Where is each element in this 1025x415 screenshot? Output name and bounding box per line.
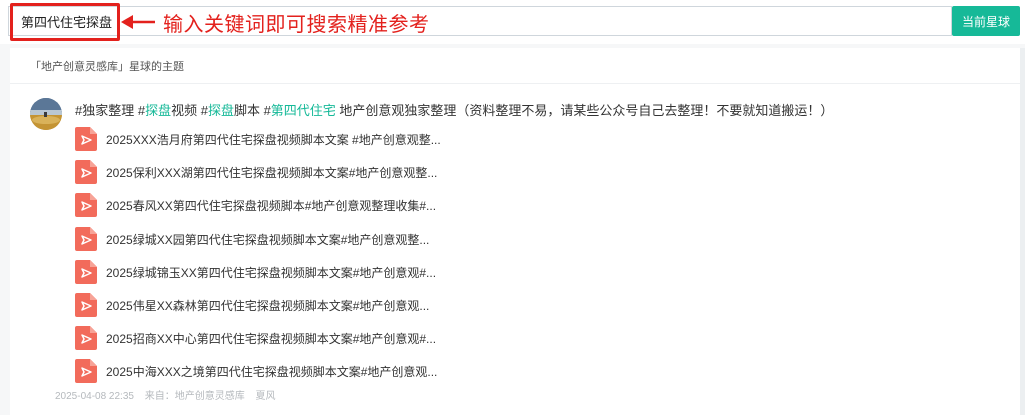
post-text: #独家整理 #探盘视频 #探盘脚本 #第四代住宅 地产创意观独家整理（资料整理不… (75, 100, 833, 119)
file-item[interactable]: 2025XXX浩月府第四代住宅探盘视频脚本文案 #地产创意观整... (75, 126, 505, 152)
pdf-file-icon (75, 359, 97, 383)
pdf-file-icon (75, 193, 97, 217)
annotation: 输入关键词即可搜索精准参考 (121, 6, 430, 38)
current-planet-button[interactable]: 当前星球 (952, 6, 1020, 36)
pdf-file-icon (75, 260, 97, 284)
panel-header: 「地产创意灵感库」星球的主题 (10, 48, 1025, 84)
file-item[interactable]: 2025中海XXX之境第四代住宅探盘视频脚本文案#地产创意观... (75, 358, 505, 384)
file-name: 2025XXX浩月府第四代住宅探盘视频脚本文案 #地产创意观整... (106, 132, 441, 147)
pdf-file-icon (75, 293, 97, 317)
post-meta: 2025-04-08 22:35 来自：地产创意灵感库 夏风 (55, 387, 284, 402)
pdf-file-icon (75, 326, 97, 350)
panel-header-title: 「地产创意灵感库」星球的主题 (30, 60, 184, 73)
annotation-text: 输入关键词即可搜索精准参考 (163, 13, 430, 36)
scrollbar[interactable] (1020, 48, 1025, 415)
file-name: 2025招商XX中心第四代住宅探盘视频脚本文案#地产创意观#... (106, 331, 437, 346)
file-name: 2025春风XX第四代住宅探盘视频脚本#地产创意观整理收集#... (106, 198, 437, 213)
pdf-file-icon (75, 127, 97, 151)
file-item[interactable]: 2025招商XX中心第四代住宅探盘视频脚本文案#地产创意观#... (75, 325, 505, 351)
file-item[interactable]: 2025绿城XX园第四代住宅探盘视频脚本文案#地产创意观整... (75, 226, 505, 252)
post-highlight-3: 第四代住宅 (270, 103, 336, 118)
pdf-file-icon (75, 160, 97, 184)
file-item[interactable]: 2025保利XXX湖第四代住宅探盘视频脚本文案#地产创意观整... (75, 159, 505, 185)
post-highlight-1: 探盘 (145, 103, 172, 118)
file-name: 2025保利XXX湖第四代住宅探盘视频脚本文案#地产创意观整... (106, 165, 438, 180)
post-highlight-2: 探盘 (207, 103, 234, 118)
post-text-part4: 地产创意观独家整理（资料整理不易，请某些公众号自己去整理！不要就知道搬运！） (335, 103, 834, 118)
file-name: 2025绿城锦玉XX第四代住宅探盘视频脚本文案#地产创意观#... (106, 265, 437, 280)
post-date: 2025-04-08 22:35 (55, 391, 134, 402)
post-text-part3: 脚本 # (233, 103, 271, 118)
post-text-part2: 视频 # (171, 103, 208, 118)
topics-panel: 「地产创意灵感库」星球的主题 #独家整理 #探盘视频 #探盘脚本 #第四代住宅 … (10, 48, 1025, 415)
post-text-part1: #独家整理 # (75, 103, 146, 118)
file-name: 2025伟星XX森林第四代住宅探盘视频脚本文案#地产创意观... (106, 298, 430, 313)
left-arrow-icon (121, 15, 155, 29)
file-item[interactable]: 2025绿城锦玉XX第四代住宅探盘视频脚本文案#地产创意观#... (75, 259, 505, 285)
post-author[interactable]: 夏风 (256, 391, 276, 402)
file-item[interactable]: 2025春风XX第四代住宅探盘视频脚本#地产创意观整理收集#... (75, 192, 505, 218)
pdf-file-icon (75, 227, 97, 251)
file-name: 2025绿城XX园第四代住宅探盘视频脚本文案#地产创意观整... (106, 232, 430, 247)
post-source[interactable]: 来自：地产创意灵感库 (145, 391, 245, 402)
avatar[interactable] (30, 98, 62, 130)
file-name: 2025中海XXX之境第四代住宅探盘视频脚本文案#地产创意观... (106, 364, 438, 379)
file-item[interactable]: 2025伟星XX森林第四代住宅探盘视频脚本文案#地产创意观... (75, 292, 505, 318)
top-bar: 输入关键词即可搜索精准参考 当前星球 (0, 0, 1025, 44)
